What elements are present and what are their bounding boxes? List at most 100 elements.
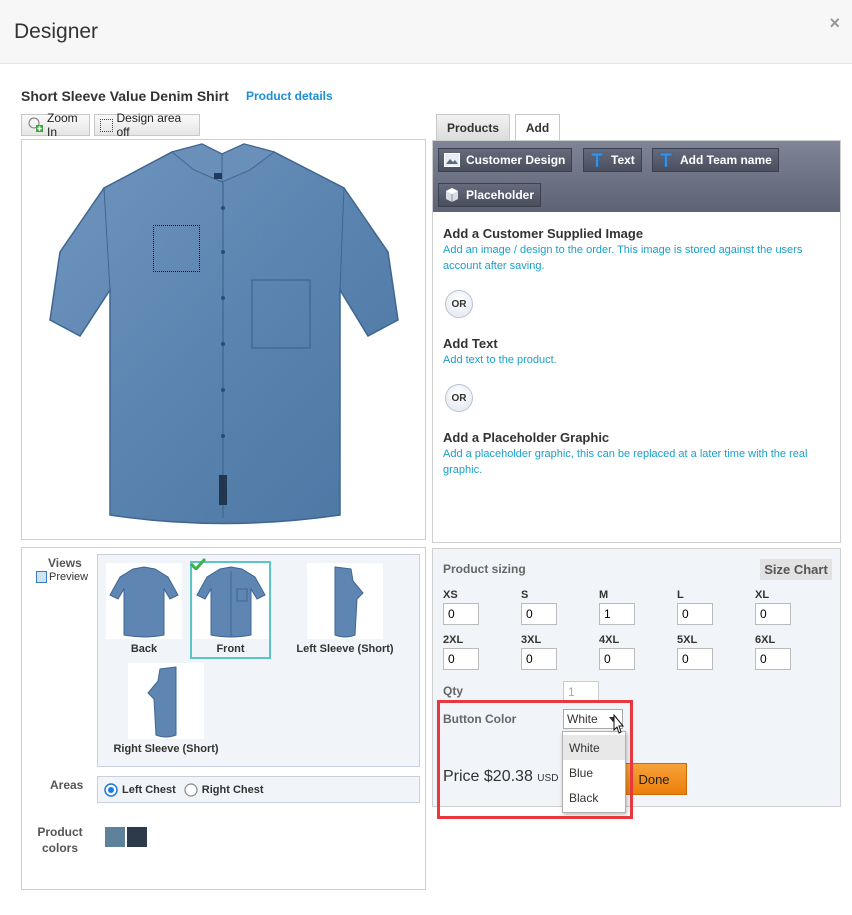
- add-image-title: Add a Customer Supplied Image: [443, 226, 644, 241]
- placeholder-button[interactable]: Placeholder: [438, 183, 542, 207]
- image-icon: [444, 152, 460, 168]
- mouse-pointer-icon: [610, 713, 626, 743]
- view-back-label: Back: [130, 643, 158, 655]
- placeholder-label: Placeholder: [466, 188, 535, 202]
- denim-shirt-image: [49, 143, 399, 525]
- button-color-selected: White: [567, 712, 598, 726]
- or-divider-1: OR: [445, 290, 473, 318]
- shirt-left-sleeve-thumbnail: [307, 563, 383, 639]
- tab-add[interactable]: Add: [515, 114, 560, 141]
- price-amount: $20.38: [483, 768, 533, 785]
- dialog-title: Designer: [14, 20, 99, 43]
- size-input-l[interactable]: [677, 603, 713, 625]
- areas-radio-group: Left Chest Right Chest: [97, 776, 420, 803]
- add-placeholder-title: Add a Placeholder Graphic: [443, 430, 610, 445]
- radio-checked-icon: [104, 782, 118, 797]
- area-option-left-chest[interactable]: Left Chest: [104, 782, 176, 797]
- customer-design-button[interactable]: Customer Design: [438, 148, 573, 172]
- size-label-s: S: [521, 589, 529, 601]
- qty-input[interactable]: [563, 681, 599, 703]
- size-input-4xl[interactable]: [599, 648, 635, 670]
- size-input-xs[interactable]: [443, 603, 479, 625]
- zoom-in-button[interactable]: Zoom In: [21, 111, 90, 139]
- close-icon[interactable]: ×: [829, 13, 840, 34]
- size-label-3xl: 3XL: [521, 634, 542, 646]
- button-color-option-blue[interactable]: Blue: [563, 760, 625, 785]
- preview-icon: [36, 571, 47, 583]
- view-thumb-left-sleeve[interactable]: Left Sleeve (Short): [280, 563, 410, 655]
- color-swatch-light-blue[interactable]: [105, 827, 125, 847]
- shirt-back-thumbnail: [106, 563, 182, 639]
- text-t-icon: [589, 152, 605, 168]
- size-label-5xl: 5XL: [677, 634, 698, 646]
- price-currency: USD: [537, 773, 559, 784]
- left-chest-design-area[interactable]: [153, 225, 200, 272]
- add-image-desc: Add an image / design to the order. This…: [443, 244, 803, 272]
- view-thumb-right-sleeve[interactable]: Right Sleeve (Short): [106, 663, 226, 755]
- add-team-name-label: Add Team name: [680, 153, 772, 167]
- area-left-chest-label: Left Chest: [122, 783, 176, 796]
- view-thumb-back[interactable]: Back: [106, 563, 182, 655]
- tab-products-label: Products: [446, 120, 499, 135]
- size-chart-button[interactable]: Size Chart: [760, 559, 832, 580]
- radio-unchecked-icon: [184, 782, 198, 797]
- text-button[interactable]: Text: [583, 148, 642, 172]
- price-label: Price: [443, 768, 480, 785]
- tab-products[interactable]: Products: [436, 114, 510, 140]
- view-thumbnails: Back Front Left Sleeve (Short) Right Sle…: [97, 554, 420, 767]
- area-option-right-chest[interactable]: Right Chest: [184, 782, 264, 797]
- size-label-xs: XS: [443, 589, 458, 601]
- button-color-option-black[interactable]: Black: [563, 785, 625, 810]
- team-text-icon: [658, 152, 674, 168]
- design-area-toggle-button[interactable]: Design area off: [94, 111, 200, 139]
- views-panel: Views Preview Back Front Left Sleeve (Sh…: [21, 547, 426, 890]
- preview-link[interactable]: Preview: [36, 571, 88, 583]
- size-label-4xl: 4XL: [599, 634, 620, 646]
- add-panel: Customer Design Text Add Team name Place…: [432, 140, 841, 543]
- views-label: Views: [48, 556, 82, 570]
- product-name: Short Sleeve Value Denim Shirt: [21, 88, 229, 104]
- size-input-m[interactable]: [599, 603, 635, 625]
- dialog-header: [0, 0, 852, 64]
- color-swatch-dark-navy[interactable]: [127, 827, 147, 847]
- customer-design-label: Customer Design: [466, 153, 566, 167]
- product-colors-label-line1: Product: [37, 825, 83, 839]
- add-team-name-button[interactable]: Add Team name: [652, 148, 779, 172]
- size-input-3xl[interactable]: [521, 648, 557, 670]
- shirt-right-sleeve-thumbnail: [128, 663, 204, 739]
- right-chest-design-area[interactable]: [256, 225, 303, 272]
- product-details-link[interactable]: Product details: [246, 89, 333, 103]
- view-right-sleeve-label: Right Sleeve (Short): [113, 743, 219, 755]
- product-colors-label-line2: colors: [41, 841, 78, 855]
- size-label-6xl: 6XL: [755, 634, 776, 646]
- preview-label: Preview: [49, 571, 89, 583]
- size-input-5xl[interactable]: [677, 648, 713, 670]
- size-input-2xl[interactable]: [443, 648, 479, 670]
- size-label-2xl: 2XL: [443, 634, 464, 646]
- selected-check-icon: [189, 557, 207, 575]
- button-color-label: Button Color: [443, 712, 517, 726]
- view-left-sleeve-label: Left Sleeve (Short): [296, 643, 394, 655]
- dotted-square-icon: [100, 118, 113, 132]
- size-input-xl[interactable]: [755, 603, 791, 625]
- add-text-title: Add Text: [443, 336, 498, 351]
- tab-add-label: Add: [525, 121, 550, 135]
- size-input-s[interactable]: [521, 603, 557, 625]
- product-sizing-title: Product sizing: [443, 562, 526, 576]
- price-display: Price $20.38 USD: [443, 768, 558, 786]
- design-canvas[interactable]: [21, 139, 426, 540]
- button-color-dropdown: White Blue Black: [562, 731, 626, 813]
- areas-label: Areas: [50, 778, 84, 792]
- size-label-l: L: [677, 589, 684, 601]
- add-placeholder-desc: Add a placeholder graphic, this can be r…: [443, 448, 808, 476]
- text-button-label: Text: [611, 153, 635, 167]
- view-thumb-front[interactable]: Front: [190, 561, 271, 659]
- area-right-chest-label: Right Chest: [201, 783, 264, 796]
- design-area-label: Design area off: [116, 111, 182, 139]
- product-sizing-panel: Product sizing Size Chart XS S M L XL 2X…: [432, 548, 841, 807]
- cube-icon: [444, 187, 460, 203]
- zoom-plus-icon: [27, 116, 43, 135]
- qty-label: Qty: [443, 684, 464, 698]
- view-front-label: Front: [216, 643, 245, 655]
- size-input-6xl[interactable]: [755, 648, 791, 670]
